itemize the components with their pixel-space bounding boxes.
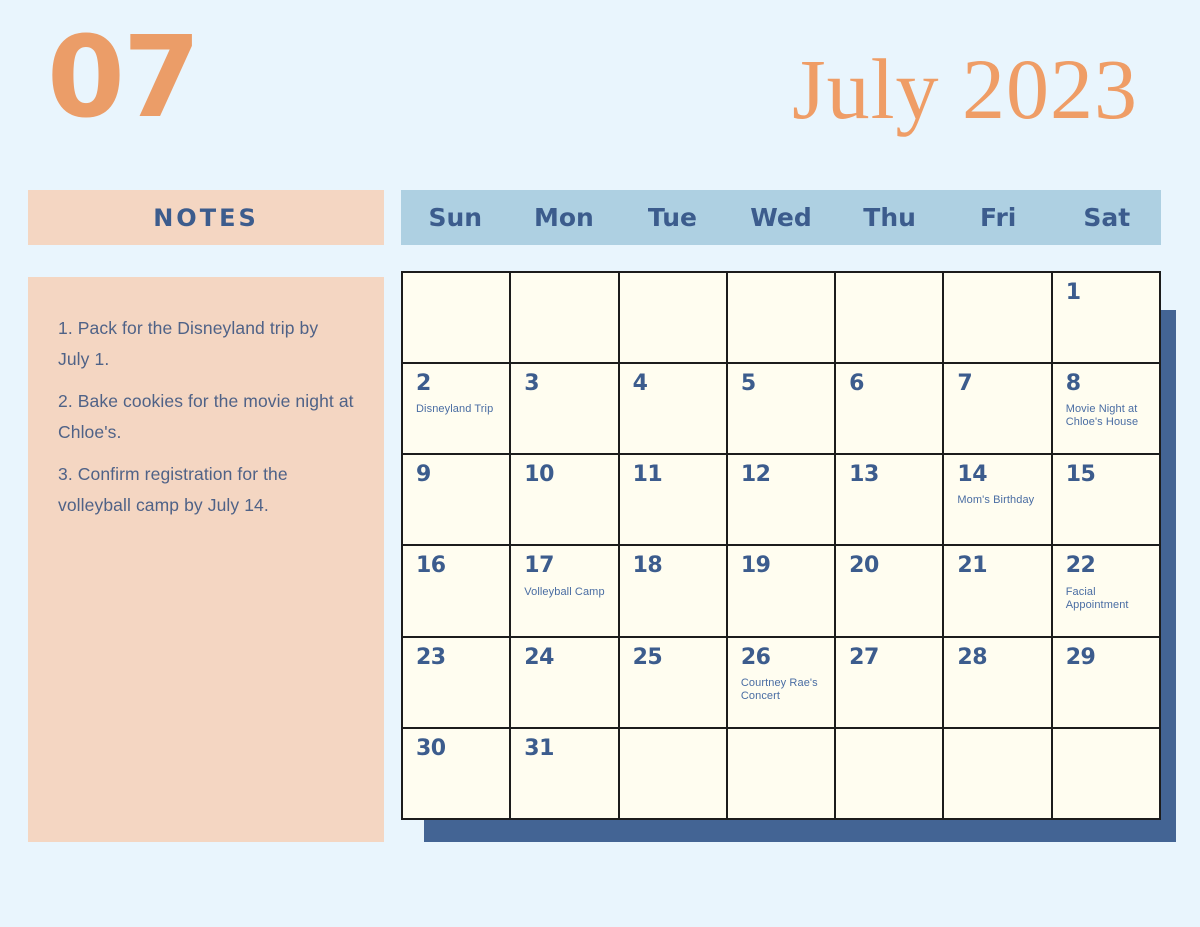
day-cell-empty: [727, 728, 835, 818]
day-event: Courtney Rae's Concert: [740, 676, 818, 702]
day-cell[interactable]: 12: [727, 455, 835, 545]
day-cell[interactable]: 22 Facial Appointment: [1052, 546, 1159, 636]
day-event: Movie Night at Chloe's House: [1065, 403, 1139, 429]
day-cell[interactable]: 16: [403, 546, 510, 636]
weekday-sat: Sat: [1083, 203, 1131, 232]
day-number: 6: [849, 371, 864, 397]
day-number: 11: [632, 462, 663, 488]
note-item: 3. Confirm registration for the volleyba…: [58, 464, 288, 515]
day-event: Facial Appointment: [1065, 585, 1129, 611]
day-number: 19: [740, 553, 771, 579]
day-cell[interactable]: 27: [836, 637, 943, 727]
month-number: 07: [47, 13, 201, 143]
weekday-sun: Sun: [428, 203, 483, 232]
day-number: 31: [524, 735, 554, 761]
day-number: 4: [632, 371, 648, 397]
day-number: 8: [1065, 371, 1081, 397]
day-number: 7: [957, 371, 973, 397]
day-number: 17: [524, 553, 554, 579]
page-title: July 2023: [792, 41, 1138, 137]
day-cell-empty: [727, 273, 835, 363]
day-cell-empty: [1052, 728, 1159, 818]
day-cell[interactable]: 5: [727, 364, 835, 454]
weekday-header-row: Sun Mon Tue Wed Thu Fri Sat: [401, 190, 1161, 245]
day-number: 24: [524, 644, 554, 670]
day-cell[interactable]: 18: [619, 546, 726, 636]
day-number: 16: [416, 553, 446, 579]
notes-header: NOTES: [28, 190, 384, 245]
day-cell[interactable]: 30: [403, 728, 510, 818]
day-event: Disneyland Trip: [416, 403, 494, 416]
day-number: 23: [416, 644, 446, 670]
notes-panel: 1. Pack for the Disneyland trip by July …: [28, 277, 384, 842]
day-cell[interactable]: 28: [944, 637, 1051, 727]
weekday-tue: Tue: [647, 203, 697, 232]
weekday-mon: Mon: [533, 203, 594, 232]
day-cell[interactable]: 24: [511, 637, 618, 727]
day-number: 9: [416, 462, 431, 488]
day-cell[interactable]: 14 Mom's Birthday: [944, 455, 1051, 545]
day-cell-empty: [403, 273, 510, 363]
calendar-page: 07 July 2023 NOTES 1. Pack for the Disne…: [0, 0, 1200, 927]
day-cell[interactable]: 20: [836, 546, 943, 636]
day-number: 22: [1065, 553, 1096, 579]
day-number: 20: [849, 553, 879, 579]
day-cell[interactable]: 26 Courtney Rae's Concert: [727, 637, 835, 727]
day-cell-empty: [836, 728, 943, 818]
weekday-fri: Fri: [979, 203, 1017, 232]
day-cell[interactable]: 7: [944, 364, 1051, 454]
day-cell[interactable]: 21: [944, 546, 1051, 636]
notes-header-label: NOTES: [153, 203, 259, 232]
day-cell-empty: [944, 273, 1051, 363]
day-event: Volleyball Camp: [524, 585, 605, 598]
day-cell[interactable]: 15: [1052, 455, 1159, 545]
day-number: 27: [849, 644, 879, 670]
note-item: 2. Bake cookies for the movie night at C…: [58, 391, 354, 442]
weekday-wed: Wed: [750, 203, 812, 232]
day-number: 12: [740, 462, 771, 488]
day-cell-empty: [619, 273, 726, 363]
day-number: 3: [524, 371, 540, 397]
day-number: 30: [416, 735, 446, 761]
day-cell-empty: [944, 728, 1051, 818]
day-number: 13: [849, 462, 879, 488]
day-number: 10: [524, 462, 554, 488]
day-cell[interactable]: 17 Volleyball Camp: [511, 546, 618, 636]
day-number: 1: [1065, 280, 1081, 305]
day-cell-empty: [836, 273, 943, 363]
day-number: 5: [740, 371, 756, 397]
day-cell[interactable]: 29: [1052, 637, 1159, 727]
day-cell[interactable]: 10: [511, 455, 618, 545]
day-cell[interactable]: 25: [619, 637, 726, 727]
day-cell[interactable]: 19: [727, 546, 835, 636]
day-number: 18: [632, 553, 663, 579]
day-cell[interactable]: 3: [511, 364, 618, 454]
day-cell[interactable]: 6: [836, 364, 943, 454]
day-cell-empty: [619, 728, 726, 818]
day-number: 25: [632, 644, 663, 670]
day-number: 28: [957, 644, 988, 670]
day-cell-empty: [511, 273, 618, 363]
day-cell[interactable]: 8 Movie Night at Chloe's House: [1052, 364, 1159, 454]
day-number: 15: [1065, 462, 1096, 488]
day-cell[interactable]: 13: [836, 455, 943, 545]
day-cell[interactable]: 9: [403, 455, 510, 545]
note-item: 1. Pack for the Disneyland trip by July …: [58, 318, 319, 369]
day-cell[interactable]: 1: [1052, 273, 1159, 363]
day-number: 29: [1065, 644, 1096, 670]
day-number: 21: [957, 553, 988, 579]
day-cell[interactable]: 4: [619, 364, 726, 454]
day-number: 26: [740, 644, 771, 670]
day-cell[interactable]: 11: [619, 455, 726, 545]
weekday-thu: Thu: [863, 203, 916, 232]
day-number: 14: [957, 462, 988, 488]
day-number: 2: [416, 371, 431, 397]
day-event: Mom's Birthday: [957, 494, 1035, 507]
day-cell[interactable]: 31: [511, 728, 618, 818]
day-cell[interactable]: 23: [403, 637, 510, 727]
calendar-grid: 1 2 Disneyland Trip 3 4 5 6 7 8 Movie Night at Ch…: [401, 271, 1161, 820]
day-cell[interactable]: 2 Disneyland Trip: [403, 364, 510, 454]
